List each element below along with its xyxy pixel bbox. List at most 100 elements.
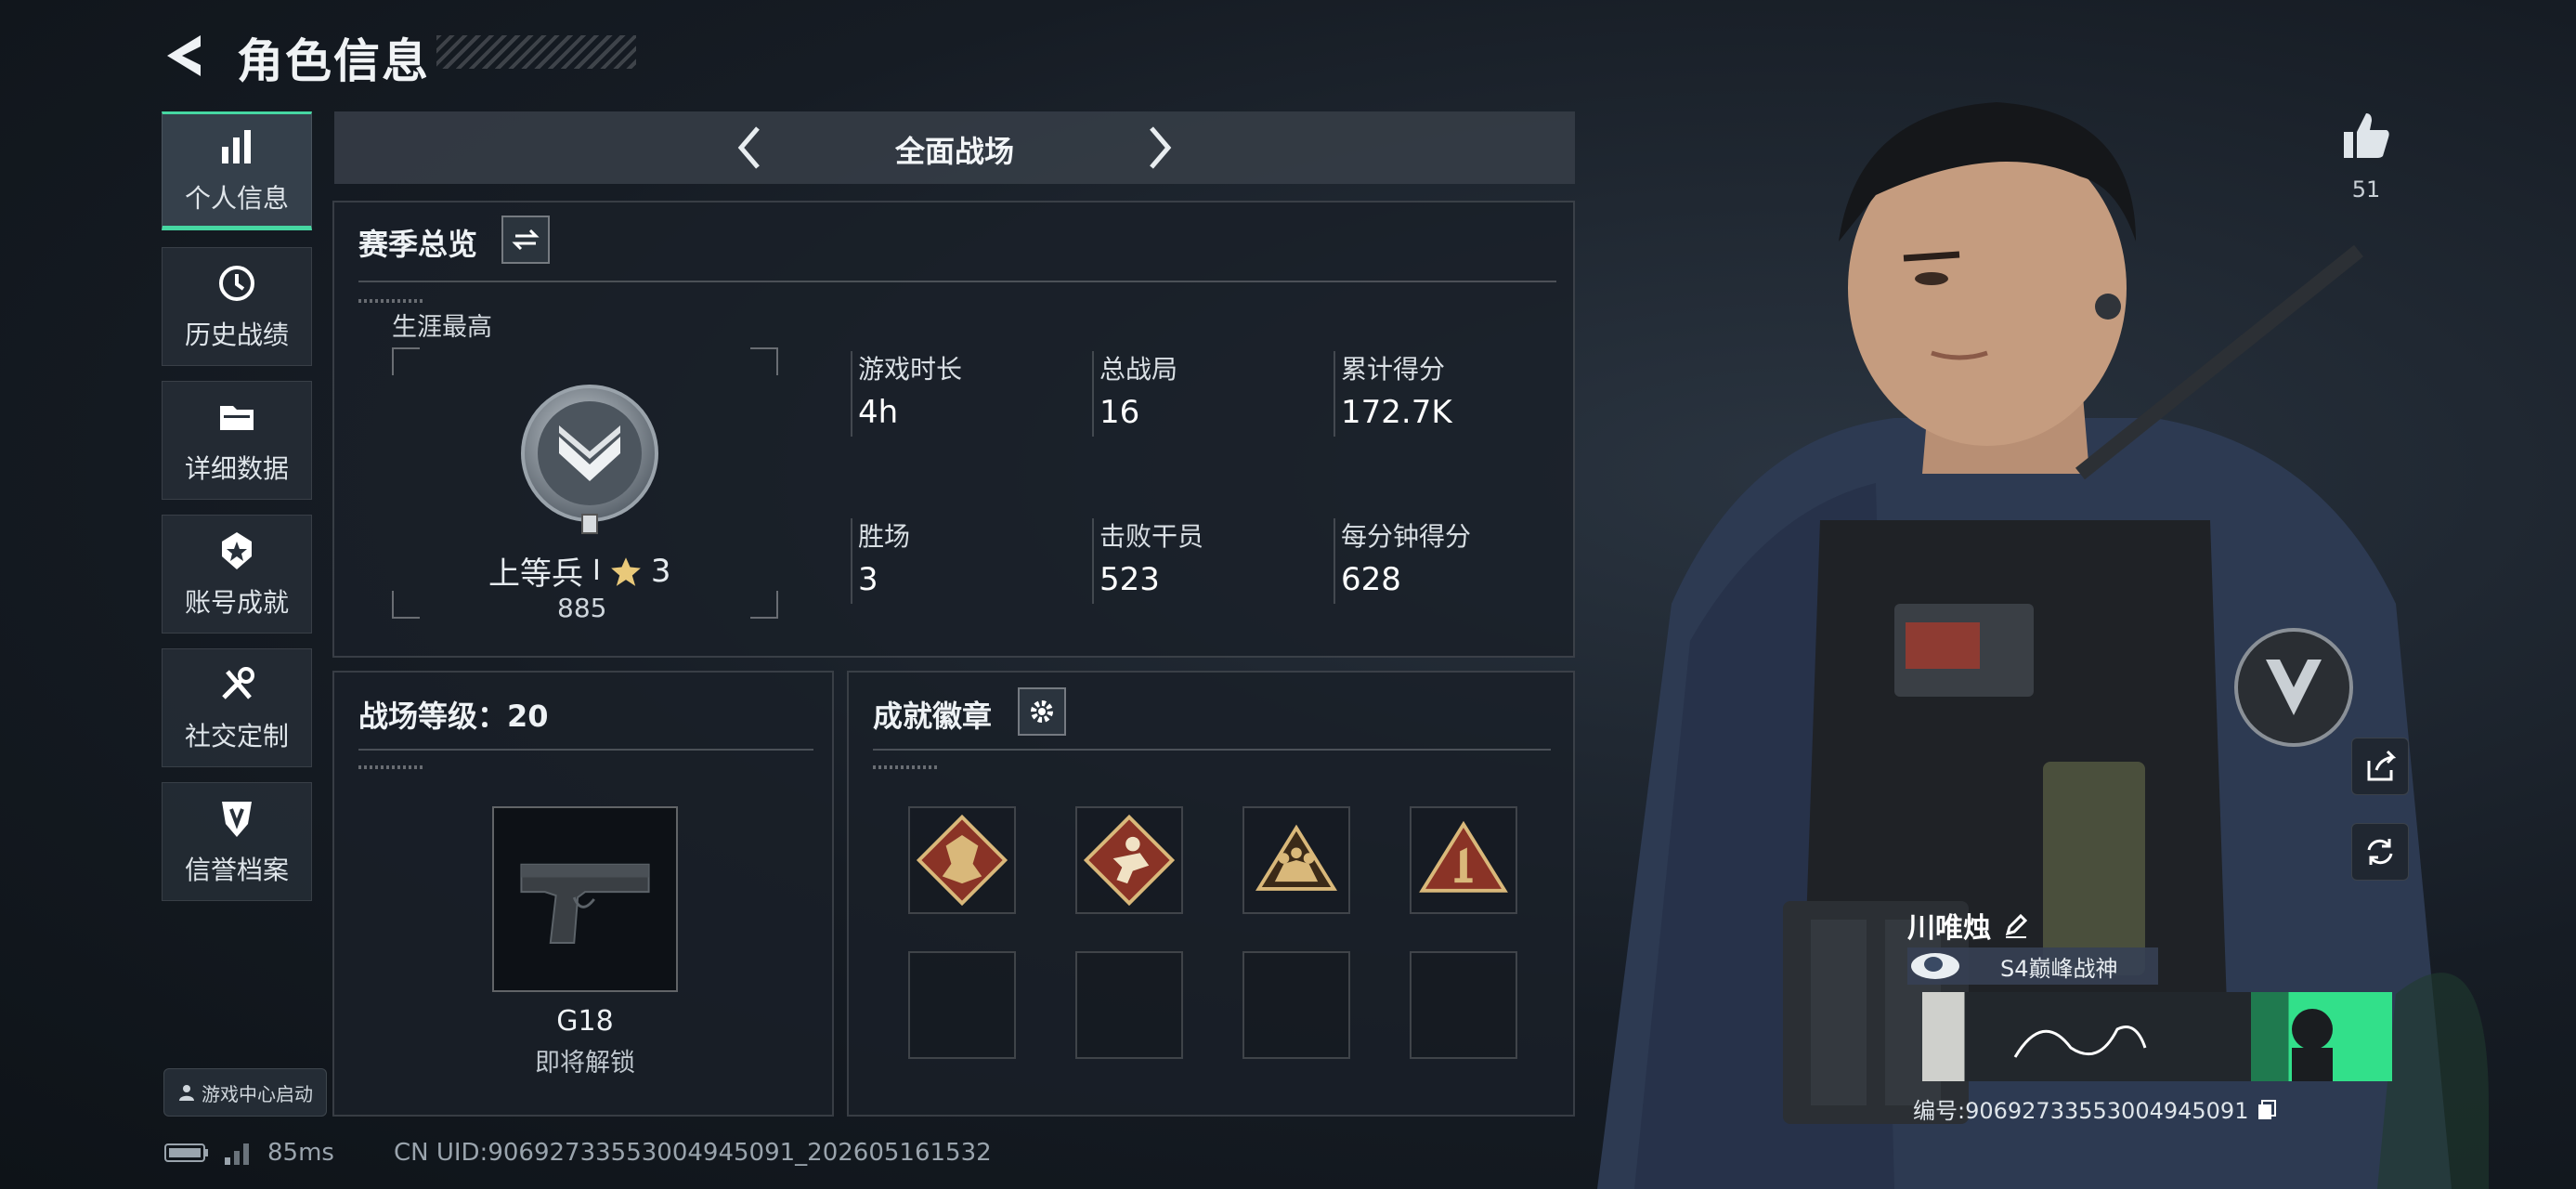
badge-slot[interactable] — [908, 806, 1016, 914]
sidebar-item-detailed-data[interactable]: 详细数据 — [162, 381, 312, 500]
stat-divider — [1334, 351, 1335, 437]
refresh-button[interactable] — [2351, 823, 2409, 881]
pistol-icon — [520, 863, 650, 945]
player-name-row: 川唯烛 — [1907, 905, 2030, 946]
share-icon — [2367, 750, 2397, 781]
sidebar-item-label: 个人信息 — [184, 183, 289, 214]
sidebar-item-label: 信誉档案 — [184, 855, 289, 885]
badge-slot-empty[interactable] — [1410, 951, 1517, 1059]
stat-value: 4h — [858, 394, 899, 431]
stat-value: 523 — [1099, 561, 1160, 598]
page-title: 角色信息 — [237, 34, 430, 88]
career-best-label: 生涯最高 — [392, 313, 492, 342]
sidebar-item-label: 历史战绩 — [184, 320, 289, 350]
squad-badge-icon — [1255, 824, 1338, 891]
season-overview-title: 赛季总览 — [358, 227, 478, 262]
title-decoration — [436, 35, 636, 69]
badge-slot-empty[interactable] — [908, 951, 1016, 1059]
sidebar-item-history[interactable]: 历史战绩 — [162, 247, 312, 366]
bar-chart-icon — [222, 130, 251, 163]
chevron-right-icon — [1150, 126, 1172, 169]
signal-icon — [225, 1143, 249, 1165]
stat-label: 击败干员 — [1099, 521, 1204, 552]
shield-icon — [222, 802, 252, 837]
player-number-row: 编号:9069273355300494​5091 — [1913, 1092, 2278, 1125]
stat-value: 172.7K — [1341, 394, 1452, 431]
refresh-icon — [2367, 839, 2393, 865]
weapon-status: 即将解锁 — [535, 1049, 635, 1078]
frame-corner — [750, 591, 778, 619]
frame-corner — [392, 591, 420, 619]
stat-label: 总战局 — [1099, 354, 1178, 385]
next-mode-button[interactable] — [1133, 123, 1183, 173]
mode-selector: 全面战场 — [334, 111, 1575, 184]
game-center-button[interactable]: 游戏中心启动 — [163, 1068, 327, 1117]
stat-label: 游戏时长 — [858, 354, 963, 385]
share-button[interactable] — [2351, 738, 2409, 795]
folder-icon — [220, 406, 254, 430]
sidebar-item-label: 详细数据 — [184, 453, 289, 484]
dots-decoration — [358, 299, 423, 303]
rank-stars: 3 — [650, 552, 671, 590]
badge-slot[interactable] — [1075, 806, 1183, 914]
sidebar-item-reputation[interactable]: 信誉档案 — [162, 782, 312, 901]
likes-count: 51 — [2351, 176, 2381, 203]
like-button[interactable] — [2338, 108, 2394, 163]
stat-divider — [851, 351, 852, 437]
rank-emblem-icon — [521, 385, 658, 534]
stat-divider — [1334, 518, 1335, 604]
badge-slot-empty[interactable] — [1075, 951, 1183, 1059]
stat-divider — [1092, 351, 1094, 437]
back-button[interactable] — [160, 28, 215, 84]
copy-icon[interactable] — [2256, 1098, 2278, 1120]
sidebar-item-personal-info[interactable]: 个人信息 — [162, 111, 312, 230]
dragon-badge-icon — [916, 814, 1008, 907]
dots-decoration — [873, 765, 938, 769]
uid-text: CN UID:9069273355300494​5091_20260516153… — [393, 1139, 992, 1167]
title-emblem-icon — [1911, 953, 1959, 979]
stat-label: 累计得分 — [1341, 354, 1446, 385]
stat-divider — [851, 518, 852, 604]
game-center-label: 游戏中心启动 — [202, 1082, 313, 1105]
badge-slot-empty[interactable] — [1242, 951, 1350, 1059]
section-divider — [358, 749, 813, 751]
sidebar-item-social[interactable]: 社交定制 — [162, 648, 312, 767]
battlefield-level-title: 战场等级：20 — [358, 699, 549, 734]
stat-divider — [1092, 518, 1094, 604]
title-tag-label: S4巅峰战神 — [2000, 955, 2118, 982]
rank-points: 885 — [557, 593, 607, 623]
person-icon — [179, 1085, 194, 1101]
stat-label: 胜场 — [858, 521, 911, 552]
badges-title: 成就徽章 — [873, 699, 993, 734]
weapon-slot[interactable] — [492, 806, 678, 992]
back-arrow-icon — [167, 35, 201, 76]
soldier-badge-icon — [1083, 814, 1176, 907]
sidebar-item-label: 社交定制 — [184, 721, 289, 751]
sidebar-item-achievements[interactable]: 账号成就 — [162, 515, 312, 634]
edit-icon[interactable] — [2002, 911, 2030, 939]
swap-icon — [512, 229, 540, 251]
player-name: 川唯烛 — [1907, 912, 1991, 945]
tools-icon — [222, 667, 254, 699]
badge-slot[interactable] — [1242, 806, 1350, 914]
dots-decoration — [358, 765, 423, 769]
badge-settings-button[interactable] — [1018, 687, 1066, 736]
ping-text: 85ms — [267, 1139, 334, 1167]
stat-value: 3 — [858, 561, 878, 598]
history-icon — [219, 266, 254, 301]
star-icon — [610, 556, 641, 586]
achievement-icon — [222, 532, 252, 569]
badge-slot[interactable] — [1410, 806, 1517, 914]
section-divider — [873, 749, 1551, 751]
first-place-badge-icon — [1419, 820, 1508, 893]
stat-label: 每分钟得分 — [1341, 521, 1472, 552]
switch-season-button[interactable] — [501, 216, 550, 264]
sidebar-item-label: 账号成就 — [184, 587, 289, 618]
signature-icon — [2013, 1009, 2333, 1081]
thumbs-up-icon — [2344, 113, 2389, 158]
battery-icon — [164, 1143, 208, 1162]
title-tag: S4巅峰战神 — [1907, 947, 2158, 985]
mode-label: 全面战场 — [894, 134, 1014, 169]
frame-corner — [392, 347, 420, 375]
stat-value: 16 — [1099, 394, 1140, 431]
